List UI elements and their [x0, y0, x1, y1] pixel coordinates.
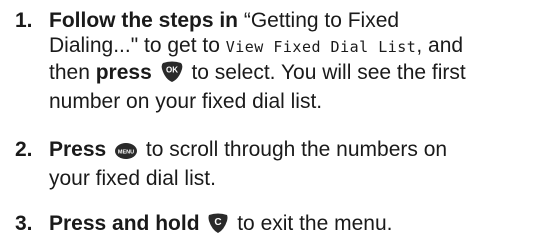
- step-line: number on your fixed dial list.: [49, 89, 533, 114]
- menu-key-icon: MENU: [114, 141, 138, 166]
- step-body-text: to exit the menu.: [231, 212, 393, 235]
- step-number: 1.: [15, 9, 33, 32]
- step-body-text: to scroll through the numbers on: [140, 138, 448, 161]
- step-line: your fixed dial list.: [49, 166, 533, 191]
- step-bold-text: Press: [49, 138, 107, 161]
- step-text: Follow the steps in “Getting to Fixed Di…: [49, 8, 533, 114]
- step-line: then press OK to select. You will see th…: [49, 60, 533, 89]
- step-body-text: “Getting to Fixed: [238, 9, 400, 32]
- step-number: 2.: [15, 138, 33, 161]
- step-body-text: then: [49, 61, 96, 84]
- step-line: Press and hold C to exit the menu.: [49, 211, 533, 240]
- step-bold-text: press: [95, 61, 152, 84]
- step-line: Follow the steps in “Getting to Fixed: [49, 8, 533, 33]
- step-body-text: , and: [416, 34, 464, 57]
- clear-key-icon: C: [207, 212, 229, 240]
- ok-key-label: OK: [166, 66, 178, 75]
- step-number: 3.: [15, 212, 33, 235]
- step-line: Dialing..." to get to View Fixed Dial Li…: [49, 33, 533, 60]
- step-bold-text: Follow the steps in: [49, 9, 239, 32]
- clear-key-label: C: [215, 217, 222, 228]
- step-text: Press and hold C to exit the menu.: [49, 211, 533, 240]
- step-body-text: your fixed dial list.: [49, 167, 216, 190]
- step-bold-text: Press and hold: [49, 212, 200, 235]
- display-menu-text: View Fixed Dial List: [225, 38, 417, 56]
- step-body-text: to select. You will see the first: [185, 61, 466, 84]
- step-text: Press MENU to scroll through the numbers…: [49, 137, 533, 191]
- menu-key-label: MENU: [118, 150, 134, 156]
- ok-key-icon: OK: [160, 61, 184, 89]
- step-line: Press MENU to scroll through the numbers…: [49, 137, 533, 166]
- step-body-text: number on your fixed dial list.: [49, 90, 323, 113]
- step-body-text: Dialing..." to get to: [49, 34, 226, 57]
